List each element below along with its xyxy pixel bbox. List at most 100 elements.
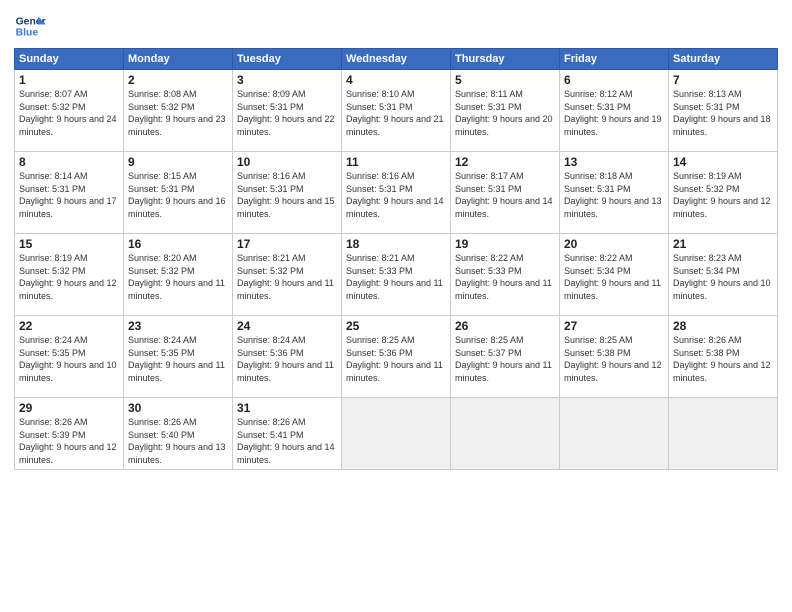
day-info: Sunrise: 8:25 AMSunset: 5:38 PMDaylight:… — [564, 335, 662, 383]
col-header-sunday: Sunday — [15, 49, 124, 70]
day-number: 27 — [564, 319, 664, 333]
col-header-monday: Monday — [124, 49, 233, 70]
day-number: 26 — [455, 319, 555, 333]
day-number: 18 — [346, 237, 446, 251]
col-header-thursday: Thursday — [451, 49, 560, 70]
col-header-friday: Friday — [560, 49, 669, 70]
day-info: Sunrise: 8:25 AMSunset: 5:37 PMDaylight:… — [455, 335, 552, 383]
day-info: Sunrise: 8:26 AMSunset: 5:38 PMDaylight:… — [673, 335, 771, 383]
calendar-cell: 18 Sunrise: 8:21 AMSunset: 5:33 PMDayligh… — [342, 234, 451, 316]
calendar-cell: 14 Sunrise: 8:19 AMSunset: 5:32 PMDayligh… — [669, 152, 778, 234]
day-number: 11 — [346, 155, 446, 169]
day-info: Sunrise: 8:24 AMSunset: 5:35 PMDaylight:… — [128, 335, 225, 383]
week-row-2: 15 Sunrise: 8:19 AMSunset: 5:32 PMDayligh… — [15, 234, 778, 316]
day-info: Sunrise: 8:15 AMSunset: 5:31 PMDaylight:… — [128, 171, 226, 219]
day-info: Sunrise: 8:17 AMSunset: 5:31 PMDaylight:… — [455, 171, 553, 219]
day-info: Sunrise: 8:21 AMSunset: 5:33 PMDaylight:… — [346, 253, 443, 301]
day-info: Sunrise: 8:24 AMSunset: 5:36 PMDaylight:… — [237, 335, 334, 383]
calendar-body: 1 Sunrise: 8:07 AMSunset: 5:32 PMDaylight… — [15, 70, 778, 470]
calendar-cell: 10 Sunrise: 8:16 AMSunset: 5:31 PMDayligh… — [233, 152, 342, 234]
calendar-cell — [560, 398, 669, 470]
day-number: 13 — [564, 155, 664, 169]
calendar-cell: 13Sunrise: 8:18 AMSunset: 5:31 PMDayligh… — [560, 152, 669, 234]
calendar-cell: 11 Sunrise: 8:16 AMSunset: 5:31 PMDayligh… — [342, 152, 451, 234]
calendar-cell: 25 Sunrise: 8:25 AMSunset: 5:36 PMDayligh… — [342, 316, 451, 398]
day-number: 15 — [19, 237, 119, 251]
calendar-cell: 15 Sunrise: 8:19 AMSunset: 5:32 PMDayligh… — [15, 234, 124, 316]
week-row-1: 8 Sunrise: 8:14 AMSunset: 5:31 PMDaylight… — [15, 152, 778, 234]
calendar-cell: 6Sunrise: 8:12 AMSunset: 5:31 PMDaylight… — [560, 70, 669, 152]
day-info: Sunrise: 8:19 AMSunset: 5:32 PMDaylight:… — [19, 253, 117, 301]
calendar-cell: 22 Sunrise: 8:24 AMSunset: 5:35 PMDayligh… — [15, 316, 124, 398]
day-info: Sunrise: 8:10 AMSunset: 5:31 PMDaylight:… — [346, 89, 444, 137]
week-row-0: 1 Sunrise: 8:07 AMSunset: 5:32 PMDaylight… — [15, 70, 778, 152]
day-info: Sunrise: 8:16 AMSunset: 5:31 PMDaylight:… — [237, 171, 335, 219]
day-number: 29 — [19, 401, 119, 415]
calendar-cell: 17Sunrise: 8:21 AMSunset: 5:32 PMDayligh… — [233, 234, 342, 316]
calendar-cell: 26 Sunrise: 8:25 AMSunset: 5:37 PMDayligh… — [451, 316, 560, 398]
svg-text:Blue: Blue — [16, 28, 39, 39]
day-info: Sunrise: 8:11 AMSunset: 5:31 PMDaylight:… — [455, 89, 553, 137]
calendar-cell: 16 Sunrise: 8:20 AMSunset: 5:32 PMDayligh… — [124, 234, 233, 316]
calendar-cell — [342, 398, 451, 470]
calendar-cell: 23 Sunrise: 8:24 AMSunset: 5:35 PMDayligh… — [124, 316, 233, 398]
calendar-cell: 19Sunrise: 8:22 AMSunset: 5:33 PMDayligh… — [451, 234, 560, 316]
col-header-wednesday: Wednesday — [342, 49, 451, 70]
day-number: 7 — [673, 73, 773, 87]
page-container: General Blue SundayMondayTuesdayWednesda… — [0, 0, 792, 478]
calendar-cell: 29 Sunrise: 8:26 AMSunset: 5:39 PMDayligh… — [15, 398, 124, 470]
day-number: 31 — [237, 401, 337, 415]
day-number: 30 — [128, 401, 228, 415]
day-number: 16 — [128, 237, 228, 251]
day-info: Sunrise: 8:20 AMSunset: 5:32 PMDaylight:… — [128, 253, 225, 301]
day-number: 3 — [237, 73, 337, 87]
day-info: Sunrise: 8:19 AMSunset: 5:32 PMDaylight:… — [673, 171, 771, 219]
calendar-cell: 9 Sunrise: 8:15 AMSunset: 5:31 PMDaylight… — [124, 152, 233, 234]
day-number: 22 — [19, 319, 119, 333]
day-number: 6 — [564, 73, 664, 87]
calendar-cell — [451, 398, 560, 470]
calendar-cell: 8 Sunrise: 8:14 AMSunset: 5:31 PMDaylight… — [15, 152, 124, 234]
calendar-cell: 28 Sunrise: 8:26 AMSunset: 5:38 PMDayligh… — [669, 316, 778, 398]
day-number: 10 — [237, 155, 337, 169]
day-info: Sunrise: 8:07 AMSunset: 5:32 PMDaylight:… — [19, 89, 117, 137]
calendar-cell: 7Sunrise: 8:13 AMSunset: 5:31 PMDaylight… — [669, 70, 778, 152]
logo-icon: General Blue — [14, 10, 46, 42]
calendar-cell: 27 Sunrise: 8:25 AMSunset: 5:38 PMDayligh… — [560, 316, 669, 398]
day-info: Sunrise: 8:16 AMSunset: 5:31 PMDaylight:… — [346, 171, 444, 219]
calendar-cell: 4 Sunrise: 8:10 AMSunset: 5:31 PMDaylight… — [342, 70, 451, 152]
day-number: 9 — [128, 155, 228, 169]
day-info: Sunrise: 8:22 AMSunset: 5:34 PMDaylight:… — [564, 253, 661, 301]
day-info: Sunrise: 8:14 AMSunset: 5:31 PMDaylight:… — [19, 171, 117, 219]
day-number: 12 — [455, 155, 555, 169]
day-number: 5 — [455, 73, 555, 87]
calendar-cell: 20 Sunrise: 8:22 AMSunset: 5:34 PMDayligh… — [560, 234, 669, 316]
day-info: Sunrise: 8:21 AMSunset: 5:32 PMDaylight:… — [237, 253, 334, 301]
day-info: Sunrise: 8:26 AMSunset: 5:41 PMDaylight:… — [237, 417, 335, 465]
calendar-cell: 31 Sunrise: 8:26 AMSunset: 5:41 PMDayligh… — [233, 398, 342, 470]
day-number: 25 — [346, 319, 446, 333]
day-number: 23 — [128, 319, 228, 333]
calendar-cell: 21Sunrise: 8:23 AMSunset: 5:34 PMDayligh… — [669, 234, 778, 316]
day-number: 1 — [19, 73, 119, 87]
day-number: 4 — [346, 73, 446, 87]
calendar-cell: 3Sunrise: 8:09 AMSunset: 5:31 PMDaylight… — [233, 70, 342, 152]
week-row-3: 22 Sunrise: 8:24 AMSunset: 5:35 PMDayligh… — [15, 316, 778, 398]
day-info: Sunrise: 8:26 AMSunset: 5:39 PMDaylight:… — [19, 417, 117, 465]
day-info: Sunrise: 8:24 AMSunset: 5:35 PMDaylight:… — [19, 335, 117, 383]
day-number: 19 — [455, 237, 555, 251]
calendar-cell: 5 Sunrise: 8:11 AMSunset: 5:31 PMDaylight… — [451, 70, 560, 152]
day-info: Sunrise: 8:08 AMSunset: 5:32 PMDaylight:… — [128, 89, 226, 137]
calendar-cell: 24Sunrise: 8:24 AMSunset: 5:36 PMDayligh… — [233, 316, 342, 398]
day-info: Sunrise: 8:25 AMSunset: 5:36 PMDaylight:… — [346, 335, 443, 383]
day-number: 28 — [673, 319, 773, 333]
calendar-cell: 12 Sunrise: 8:17 AMSunset: 5:31 PMDayligh… — [451, 152, 560, 234]
day-number: 14 — [673, 155, 773, 169]
day-number: 20 — [564, 237, 664, 251]
calendar-cell — [669, 398, 778, 470]
col-header-saturday: Saturday — [669, 49, 778, 70]
calendar-table: SundayMondayTuesdayWednesdayThursdayFrid… — [14, 48, 778, 470]
day-number: 8 — [19, 155, 119, 169]
col-header-tuesday: Tuesday — [233, 49, 342, 70]
header: General Blue — [14, 10, 778, 42]
